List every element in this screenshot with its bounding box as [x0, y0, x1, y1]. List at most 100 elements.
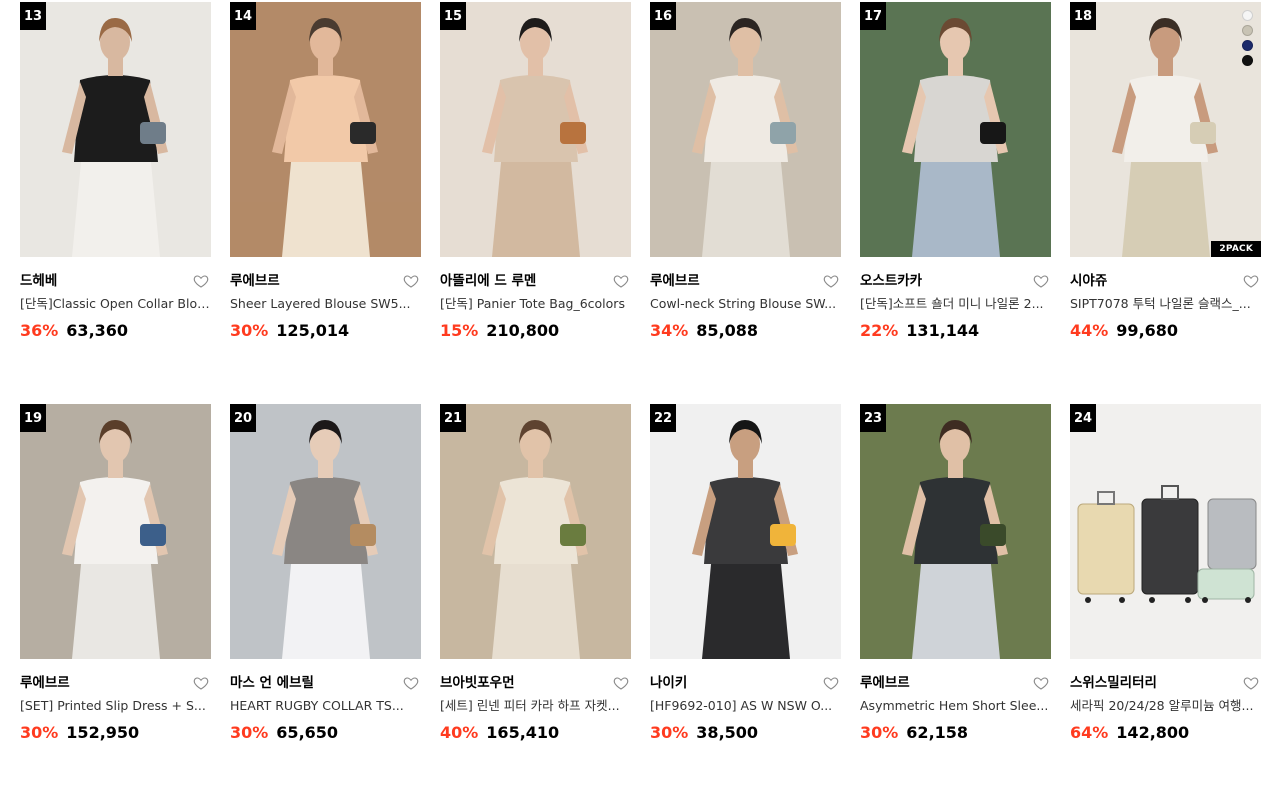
heart-icon[interactable]	[823, 273, 839, 289]
sale-price: 99,680	[1116, 321, 1179, 340]
brand-name[interactable]: 루에브르	[650, 271, 841, 291]
price-row: 36% 63,360	[20, 321, 211, 340]
product-photo	[650, 2, 841, 257]
product-photo	[860, 404, 1051, 659]
product-image[interactable]: 20	[230, 404, 421, 659]
brand-name[interactable]: 스위스밀리터리	[1070, 673, 1261, 693]
product-name[interactable]: [HF9692-010] AS W NSW O...	[650, 698, 841, 714]
heart-icon[interactable]	[1243, 273, 1259, 289]
brand-name[interactable]: 루에브르	[20, 673, 211, 693]
product-name[interactable]: [세트] 린넨 피터 카라 하프 자켓...	[440, 698, 631, 714]
rank-badge: 19	[20, 404, 46, 432]
color-swatch	[1242, 10, 1253, 21]
rank-badge: 21	[440, 404, 466, 432]
brand-name[interactable]: 드헤베	[20, 271, 211, 291]
product-photo	[860, 2, 1051, 257]
color-swatch	[1242, 25, 1253, 36]
discount-rate: 30%	[860, 723, 899, 742]
product-card[interactable]: 24 스위스밀리터리세라픽 20/24/28 알루미늄 여행... 64% 142,8…	[1070, 404, 1261, 806]
product-card[interactable]: 15 아뜰리에 드 루멘 [단독] Panier Tote Bag_6colors 1…	[440, 2, 631, 404]
brand-name[interactable]: 아뜰리에 드 루멘	[440, 271, 631, 291]
rank-badge: 20	[230, 404, 256, 432]
heart-icon[interactable]	[193, 273, 209, 289]
product-card[interactable]: 17 오스트카카 [단독]소프트 숄더 미니 나일론 2... 22% 131,144	[860, 2, 1051, 404]
brand-name[interactable]: 오스트카카	[860, 271, 1051, 291]
product-card[interactable]: 16 루에브르 Cowl-neck String Blouse SW... 34% 85…	[650, 2, 841, 404]
product-info: 루에브르 [SET] Printed Slip Dress + S... 30% 15…	[20, 659, 211, 742]
sale-price: 152,950	[66, 723, 140, 742]
heart-icon[interactable]	[1243, 675, 1259, 691]
product-image[interactable]: 15	[440, 2, 631, 257]
rank-badge: 23	[860, 404, 886, 432]
product-card[interactable]: 22 나이키 [HF9692-010] AS W NSW O... 30% 38,500	[650, 404, 841, 806]
product-image[interactable]: 17	[860, 2, 1051, 257]
heart-icon[interactable]	[1033, 273, 1049, 289]
heart-icon[interactable]	[403, 273, 419, 289]
rank-badge: 13	[20, 2, 46, 30]
product-card[interactable]: 19 루에브르 [SET] Printed Slip Dress + S... 30%…	[20, 404, 211, 806]
product-name[interactable]: Asymmetric Hem Short Slee...	[860, 698, 1051, 714]
heart-icon[interactable]	[1033, 675, 1049, 691]
product-name[interactable]: [단독]Classic Open Collar Blouse	[20, 296, 211, 312]
product-card[interactable]: 23 루에브르 Asymmetric Hem Short Slee... 30% 62,…	[860, 404, 1051, 806]
product-name[interactable]: Cowl-neck String Blouse SW...	[650, 296, 841, 312]
rank-badge: 18	[1070, 2, 1096, 30]
discount-rate: 64%	[1070, 723, 1109, 742]
brand-name[interactable]: 루에브르	[230, 271, 421, 291]
product-card[interactable]: 14 루에브르 Sheer Layered Blouse SW5... 30% 125,…	[230, 2, 421, 404]
heart-icon[interactable]	[193, 675, 209, 691]
brand-name[interactable]: 나이키	[650, 673, 841, 693]
product-image[interactable]: 14	[230, 2, 421, 257]
product-name[interactable]: [SET] Printed Slip Dress + S...	[20, 698, 211, 714]
product-card[interactable]: 20 마스 언 에브릴 HEART RUGBY COLLAR TS... 30% 65,…	[230, 404, 421, 806]
sale-price: 142,800	[1116, 723, 1190, 742]
product-name[interactable]: 세라픽 20/24/28 알루미늄 여행...	[1070, 698, 1261, 714]
product-card[interactable]: 13 드헤베 [단독]Classic Open Collar Blouse 36% 63…	[20, 2, 211, 404]
product-photo	[1070, 404, 1261, 659]
product-image[interactable]: 18 2PACK	[1070, 2, 1261, 257]
sale-price: 85,088	[696, 321, 759, 340]
product-name[interactable]: HEART RUGBY COLLAR TS...	[230, 698, 421, 714]
heart-icon[interactable]	[613, 273, 629, 289]
product-photo	[650, 404, 841, 659]
product-image[interactable]: 16	[650, 2, 841, 257]
price-row: 44% 99,680	[1070, 321, 1261, 340]
heart-icon[interactable]	[613, 675, 629, 691]
discount-rate: 30%	[20, 723, 59, 742]
product-card[interactable]: 21 브아빗포우먼 [세트] 린넨 피터 카라 하프 자켓... 40% 165,410	[440, 404, 631, 806]
price-row: 30% 38,500	[650, 723, 841, 742]
product-name[interactable]: [단독]소프트 숄더 미니 나일론 2...	[860, 296, 1051, 312]
sale-price: 63,360	[66, 321, 129, 340]
product-info: 오스트카카 [단독]소프트 숄더 미니 나일론 2... 22% 131,144	[860, 257, 1051, 340]
rank-badge: 24	[1070, 404, 1096, 432]
product-image[interactable]: 13	[20, 2, 211, 257]
product-name[interactable]: Sheer Layered Blouse SW5...	[230, 296, 421, 312]
color-swatch	[1242, 40, 1253, 51]
product-info: 브아빗포우먼 [세트] 린넨 피터 카라 하프 자켓... 40% 165,410	[440, 659, 631, 742]
heart-icon[interactable]	[823, 675, 839, 691]
product-name[interactable]: [단독] Panier Tote Bag_6colors	[440, 296, 631, 312]
heart-icon[interactable]	[403, 675, 419, 691]
brand-name[interactable]: 마스 언 에브릴	[230, 673, 421, 693]
product-photo	[230, 2, 421, 257]
product-image[interactable]: 22	[650, 404, 841, 659]
product-image[interactable]: 23	[860, 404, 1051, 659]
product-image[interactable]: 24	[1070, 404, 1261, 659]
sale-price: 125,014	[276, 321, 350, 340]
rank-badge: 22	[650, 404, 676, 432]
rank-badge: 16	[650, 2, 676, 30]
product-photo	[20, 404, 211, 659]
discount-rate: 40%	[440, 723, 479, 742]
product-card[interactable]: 18 2PACK 시야쥬 SIPT7078 투턱 나일론 슬랙스_... 44% 99,6…	[1070, 2, 1261, 404]
product-image[interactable]: 19	[20, 404, 211, 659]
product-photo	[1070, 2, 1261, 257]
brand-name[interactable]: 루에브르	[860, 673, 1051, 693]
discount-rate: 36%	[20, 321, 59, 340]
brand-name[interactable]: 브아빗포우먼	[440, 673, 631, 693]
discount-rate: 44%	[1070, 321, 1109, 340]
brand-name[interactable]: 시야쥬	[1070, 271, 1261, 291]
discount-rate: 30%	[230, 723, 269, 742]
product-name[interactable]: SIPT7078 투턱 나일론 슬랙스_...	[1070, 296, 1261, 312]
product-image[interactable]: 21	[440, 404, 631, 659]
product-info: 스위스밀리터리세라픽 20/24/28 알루미늄 여행... 64% 142,800	[1070, 659, 1261, 742]
